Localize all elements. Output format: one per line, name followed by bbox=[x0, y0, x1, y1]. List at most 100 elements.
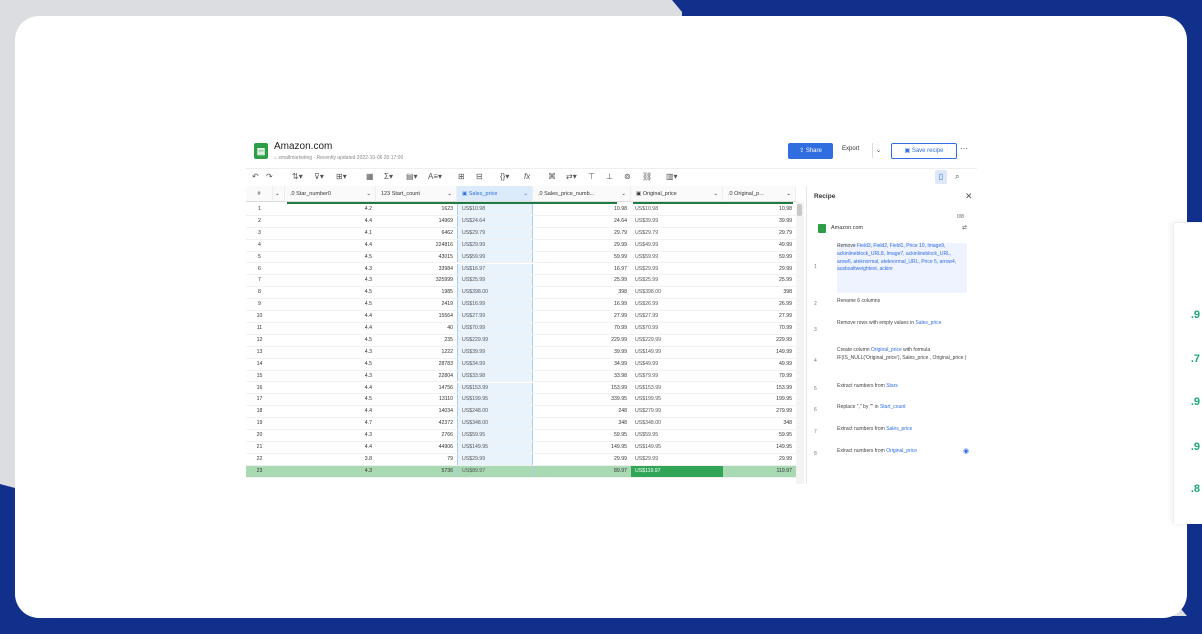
recipe-panel-icon[interactable]: ▯ bbox=[935, 170, 947, 184]
cell-sales-price[interactable]: US$29.99 bbox=[457, 239, 533, 251]
cell-sales-price[interactable]: US$149.95 bbox=[457, 442, 533, 453]
cell-sales-price[interactable]: US$229.99 bbox=[457, 334, 533, 346]
cell-sales-price-number[interactable]: 10.98 bbox=[533, 204, 631, 215]
cell-original-price-number[interactable]: 348 bbox=[723, 418, 796, 429]
cell-original-price[interactable]: US$29.99 bbox=[631, 264, 723, 275]
table-row[interactable]: 1 4.2 1623 US$10.98 10.98 US$10.98 10.98 bbox=[246, 204, 804, 216]
cell-original-price-number[interactable]: 153.99 bbox=[723, 383, 796, 394]
join-icon[interactable]: ⊚ bbox=[624, 171, 631, 183]
cell-stars[interactable]: 4.5 bbox=[285, 335, 376, 346]
table-row[interactable]: 15 4.3 22804 US$33.98 33.98 US$79.99 79.99 bbox=[246, 370, 804, 383]
row-number[interactable]: 18 bbox=[246, 406, 273, 417]
cell-count[interactable]: 15564 bbox=[376, 311, 457, 322]
cell-original-price-number[interactable]: 199.95 bbox=[723, 394, 796, 405]
cell-stars[interactable]: 4.4 bbox=[285, 216, 376, 227]
cell-sales-price[interactable]: US$89.97 bbox=[457, 465, 533, 477]
row-number[interactable]: 1 bbox=[246, 204, 273, 215]
cell-stars[interactable]: 4.5 bbox=[285, 299, 376, 310]
cell-count[interactable]: 6462 bbox=[376, 228, 457, 239]
cell-original-price[interactable]: US$26.99 bbox=[631, 299, 723, 310]
cell-original-price-number[interactable]: 27.99 bbox=[723, 311, 796, 322]
row-number[interactable]: 12 bbox=[246, 335, 273, 346]
table-row[interactable]: 6 4.3 33984 US$16.97 16.97 US$29.99 29.99 bbox=[246, 263, 804, 276]
save-recipe-button[interactable]: ▣ Save recipe bbox=[891, 143, 957, 159]
cell-count[interactable]: 14756 bbox=[376, 383, 457, 394]
row-number[interactable]: 10 bbox=[246, 311, 273, 322]
cell-original-price-number[interactable]: 279.99 bbox=[723, 406, 796, 417]
table-row[interactable]: 23 4.3 5736 US$89.97 89.97 US$119.97 119.97 bbox=[246, 465, 804, 478]
recipe-step[interactable]: 8 Extract numbers from Original_price ◉ bbox=[811, 448, 971, 462]
cell-sales-price[interactable]: US$70.99 bbox=[457, 323, 533, 334]
table-row[interactable]: 20 4.3 2766 US$59.95 59.95 US$59.95 59.95 bbox=[246, 430, 804, 442]
text-format-icon[interactable]: A≡▾ bbox=[428, 171, 442, 183]
cell-count[interactable]: 1985 bbox=[376, 287, 457, 298]
table-row[interactable]: 19 4.7 42372 US$348.00 348 US$348.00 348 bbox=[246, 418, 804, 431]
dedupe-icon[interactable]: ⌘ bbox=[548, 171, 556, 183]
cell-sales-price-number[interactable]: 29.79 bbox=[533, 228, 631, 239]
unpivot-icon[interactable]: ⊥ bbox=[606, 171, 613, 183]
cell-stars[interactable]: 4.7 bbox=[285, 418, 376, 429]
cell-stars[interactable]: 4.5 bbox=[285, 252, 376, 263]
cell-original-price-number[interactable]: 10.98 bbox=[723, 204, 796, 215]
cell-original-price-number[interactable]: 70.99 bbox=[723, 323, 796, 334]
row-number[interactable]: 16 bbox=[246, 383, 273, 394]
cell-sales-price[interactable]: US$29.99 bbox=[457, 453, 533, 465]
table-row[interactable]: 5 4.5 43015 US$59.99 59.99 US$59.99 59.99 bbox=[246, 251, 804, 264]
cell-sales-price-number[interactable]: 24.64 bbox=[533, 216, 631, 227]
chevron-down-icon[interactable]: ⌄ bbox=[621, 186, 626, 201]
cell-original-price[interactable]: US$59.99 bbox=[631, 252, 723, 263]
cell-count[interactable]: 14034 bbox=[376, 406, 457, 417]
row-number[interactable]: 15 bbox=[246, 371, 273, 382]
cell-stars[interactable]: 4.3 bbox=[285, 466, 376, 477]
cell-original-price[interactable]: US$398.00 bbox=[631, 287, 723, 298]
pivot-icon[interactable]: ⊤ bbox=[588, 171, 595, 183]
cell-original-price[interactable]: US$149.95 bbox=[631, 442, 723, 453]
cell-stars[interactable]: 4.3 bbox=[285, 347, 376, 358]
table-row[interactable]: 11 4.4 40 US$70.99 70.99 US$70.99 70.99 bbox=[246, 323, 804, 335]
chart-icon[interactable]: ▥▾ bbox=[666, 171, 678, 183]
share-button[interactable]: ⇪ Share bbox=[788, 143, 833, 159]
cell-sales-price[interactable]: US$34.99 bbox=[457, 358, 533, 370]
cell-sales-price[interactable]: US$398.00 bbox=[457, 287, 533, 299]
table-row[interactable]: 13 4.3 1222 US$39.99 39.99 US$149.99 149.99 bbox=[246, 346, 804, 359]
cell-stars[interactable]: 4.3 bbox=[285, 371, 376, 382]
cell-original-price[interactable]: US$79.99 bbox=[631, 371, 723, 382]
link-icon[interactable]: ⛓ bbox=[642, 171, 652, 183]
close-icon[interactable]: ✕ bbox=[965, 191, 973, 202]
row-number[interactable]: 21 bbox=[246, 442, 273, 453]
column-header-original-price-number[interactable]: .0 Original_p... ⌄ bbox=[723, 186, 796, 202]
cell-sales-price-number[interactable]: 27.99 bbox=[533, 311, 631, 322]
table-row[interactable]: 16 4.4 14756 US$153.99 153.99 US$153.99 153.99 bbox=[246, 382, 804, 395]
sort-icon[interactable]: ⇅▾ bbox=[292, 171, 303, 183]
column-header-sales-price[interactable]: ▣ Sales_price ⌄ bbox=[457, 186, 533, 202]
cell-stars[interactable]: 4.3 bbox=[285, 264, 376, 275]
replace-source-icon[interactable]: ⇄ bbox=[962, 224, 967, 231]
cell-original-price[interactable]: US$10.98 bbox=[631, 204, 723, 215]
cell-original-price-number[interactable]: 29.99 bbox=[723, 454, 796, 465]
cell-sales-price-number[interactable]: 229.99 bbox=[533, 335, 631, 346]
cell-original-price[interactable]: US$25.99 bbox=[631, 275, 723, 286]
recipe-step[interactable]: 3 Remove rows with empty values in Sales_… bbox=[811, 320, 971, 342]
cell-original-price[interactable]: US$49.99 bbox=[631, 240, 723, 251]
row-number[interactable]: 23 bbox=[246, 466, 273, 477]
cell-stars[interactable]: 4.2 bbox=[285, 204, 376, 215]
table-row[interactable]: 14 4.5 28783 US$34.99 34.99 US$49.99 49.99 bbox=[246, 358, 804, 371]
vertical-scrollbar[interactable] bbox=[796, 202, 804, 484]
cell-count[interactable]: 28783 bbox=[376, 359, 457, 370]
cell-stars[interactable]: 4.3 bbox=[285, 430, 376, 441]
cell-count[interactable]: 22804 bbox=[376, 371, 457, 382]
row-number[interactable]: 5 bbox=[246, 252, 273, 263]
cell-sales-price-number[interactable]: 34.99 bbox=[533, 359, 631, 370]
cell-count[interactable]: 44906 bbox=[376, 442, 457, 453]
cell-original-price[interactable]: US$39.99 bbox=[631, 216, 723, 227]
cell-count[interactable]: 2766 bbox=[376, 430, 457, 441]
cell-sales-price-number[interactable]: 248 bbox=[533, 406, 631, 417]
cell-sales-price-number[interactable]: 39.99 bbox=[533, 347, 631, 358]
cell-original-price-number[interactable]: 49.99 bbox=[723, 240, 796, 251]
cell-original-price-number[interactable]: 25.99 bbox=[723, 275, 796, 286]
cell-stars[interactable]: 4.5 bbox=[285, 394, 376, 405]
cell-original-price-number[interactable]: 398 bbox=[723, 287, 796, 298]
chevron-down-icon[interactable]: ⌄ bbox=[523, 186, 528, 201]
cell-original-price[interactable]: US$279.99 bbox=[631, 406, 723, 417]
row-number[interactable]: 13 bbox=[246, 347, 273, 358]
